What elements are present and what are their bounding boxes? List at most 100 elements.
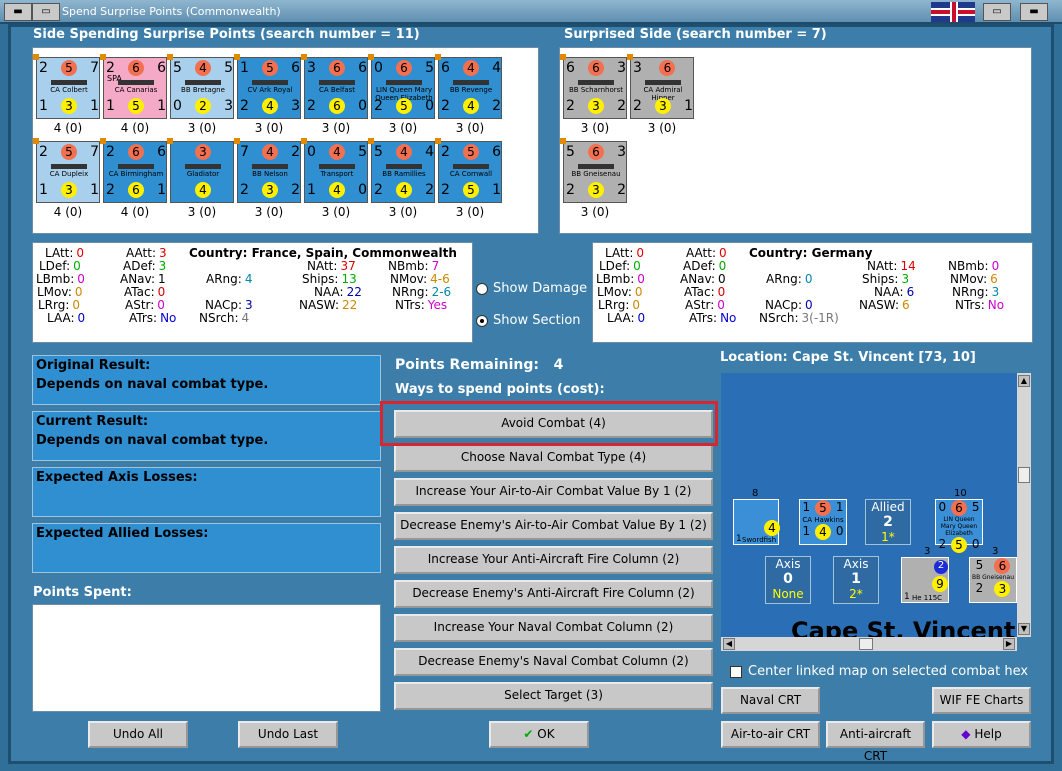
ship-name: BB Scharnhorst xyxy=(568,86,624,94)
ship-name: CA Canarias xyxy=(114,86,158,94)
map-name: Cape St. Vincent xyxy=(791,617,1016,637)
he115-counter[interactable]: 3 2 9 1 He 115C xyxy=(901,546,949,603)
action-button[interactable]: Choose Naval Combat Type (4) xyxy=(394,444,713,472)
hawkins-counter[interactable]: 151 CA Hawkins 140 xyxy=(799,499,847,545)
ship-name: BB Ramillies xyxy=(382,170,426,178)
left-ship-counter[interactable]: 644 BB Revenge 242 xyxy=(435,54,502,119)
help-book-icon: ◆ xyxy=(961,727,971,741)
right-ship-count: 3 (0) xyxy=(647,121,677,135)
left-ship-count: 4 (0) xyxy=(120,121,150,135)
left-ship-counter[interactable]: 256 CA Cornwall 251 xyxy=(435,138,502,203)
left-ship-counter[interactable]: 266 CA Birmingham 261 xyxy=(100,138,167,203)
ship-name: BB Bretagne xyxy=(181,86,225,94)
right-ship-counter[interactable]: 36 CA Admiral Hipper 231 xyxy=(627,54,694,119)
show-damage-radio[interactable] xyxy=(476,283,488,295)
ship-name: CV Ark Royal xyxy=(247,86,293,94)
action-button[interactable]: Increase Your Naval Combat Column (2) xyxy=(394,614,713,642)
left-ship-counter[interactable]: 3 Gladiator 4 xyxy=(167,138,234,203)
left-ship-counter[interactable]: 257 CA Dupleix 131 xyxy=(33,138,100,203)
close-button[interactable]: ▬ xyxy=(1020,3,1048,21)
right-ships-panel: 663 BB Scharnhorst 232 3 (0) 36 CA Admira… xyxy=(559,47,1032,234)
uk-flag-icon xyxy=(931,2,975,22)
points-remaining: Points Remaining: 4 xyxy=(395,357,564,373)
axis-hex-box-1: Axis 0 None xyxy=(765,556,811,604)
points-spent-list[interactable] xyxy=(32,604,381,712)
title-bar: ▬ ▭ Spend Surprise Points (Commonwealth)… xyxy=(0,0,1062,24)
ship-silhouette-icon xyxy=(453,164,489,169)
center-map-checkbox[interactable] xyxy=(730,666,742,678)
action-button[interactable]: Decrease Enemy's Air-to-Air Combat Value… xyxy=(394,512,713,540)
left-ship-counter[interactable]: 266 SPA CA Canarias 151 xyxy=(100,54,167,119)
queen-mary-counter[interactable]: 10 065 LIN Queen Mary Queen Elizabeth 25… xyxy=(935,488,983,553)
scroll-thumb-v[interactable] xyxy=(1018,467,1030,483)
left-ship-counter[interactable]: 045 Transport 140 xyxy=(301,138,368,203)
action-button[interactable]: Increase Your Anti-Aircraft Fire Column … xyxy=(394,546,713,574)
system-menu-button[interactable]: ▬ xyxy=(4,3,32,21)
map-vertical-scrollbar[interactable]: ▲ ▼ xyxy=(1017,373,1031,637)
ship-silhouette-icon xyxy=(51,164,87,169)
map-horizontal-scrollbar[interactable]: ◀ ▶ xyxy=(721,637,1017,651)
wif-charts-button[interactable]: WIF FE Charts xyxy=(932,687,1031,714)
show-section-label: Show Section xyxy=(493,313,581,328)
ship-name: Transport xyxy=(320,170,354,178)
left-ship-counter[interactable]: 156 CV Ark Royal 243 xyxy=(234,54,301,119)
scroll-thumb-h[interactable] xyxy=(859,638,873,650)
left-ship-counter[interactable]: 742 BB Nelson 232 xyxy=(234,138,301,203)
help-button[interactable]: ◆ Help xyxy=(932,721,1031,748)
minimize-button[interactable]: ▭ xyxy=(32,3,60,21)
ship-silhouette-icon xyxy=(386,164,422,169)
left-ship-count: 3 (0) xyxy=(321,121,351,135)
ship-name: CA Belfast xyxy=(318,86,356,94)
left-ship-count: 3 (0) xyxy=(455,205,485,219)
ship-silhouette-icon xyxy=(319,80,355,85)
ship-name: CA Birmingham xyxy=(108,170,164,178)
left-ship-count: 3 (0) xyxy=(187,121,217,135)
ship-name: BB Nelson xyxy=(252,170,288,178)
left-ship-counter[interactable]: 545 BB Bretagne 023 xyxy=(167,54,234,119)
window-title: Spend Surprise Points (Commonwealth) xyxy=(62,5,281,18)
action-button[interactable]: Decrease Enemy's Anti-Aircraft Fire Colu… xyxy=(394,580,713,608)
left-ship-counter[interactable]: 544 BB Ramillies 242 xyxy=(368,138,435,203)
ship-silhouette-icon xyxy=(118,164,154,169)
gneisenau-counter[interactable]: 3 56 BB Gneisenau 23 xyxy=(969,546,1017,603)
ship-name: CA Cornwall xyxy=(449,170,493,178)
left-ship-counter[interactable]: 257 CA Colbert 131 xyxy=(33,54,100,119)
left-ship-counter[interactable]: 366 CA Belfast 260 xyxy=(301,54,368,119)
ship-silhouette-icon xyxy=(51,80,87,85)
location-label: Location: Cape St. Vincent [73, 10] xyxy=(720,350,976,365)
naval-crt-button[interactable]: Naval CRT xyxy=(721,687,820,714)
ship-silhouette-icon xyxy=(118,80,154,85)
original-result-label: Original Result: xyxy=(36,358,151,373)
restore-button[interactable]: ▭ xyxy=(983,3,1011,21)
left-ships-panel: 257 CA Colbert 131 4 (0) 266 SPA CA Canar… xyxy=(32,47,539,234)
show-section-radio[interactable] xyxy=(476,315,488,327)
undo-all-button[interactable]: Undo All xyxy=(88,721,188,748)
undo-last-button[interactable]: Undo Last xyxy=(238,721,338,748)
action-button[interactable]: Select Target (3) xyxy=(394,682,713,710)
scroll-right-icon[interactable]: ▶ xyxy=(1003,638,1015,650)
axis-losses-box: Expected Axis Losses: xyxy=(32,467,381,517)
left-ship-count: 3 (0) xyxy=(388,205,418,219)
left-ship-count: 4 (0) xyxy=(53,121,83,135)
right-side-header: Surprised Side (search number = 7) xyxy=(564,27,827,42)
show-damage-label: Show Damage xyxy=(493,281,588,296)
ship-name: BB Gneisenau xyxy=(571,170,621,178)
swordfish-counter[interactable]: 8 1 Swordfish 4 xyxy=(733,488,780,545)
air-crt-button[interactable]: Air-to-air CRT xyxy=(721,721,820,748)
ship-name: Gladiator xyxy=(186,170,220,178)
action-button[interactable]: Decrease Enemy's Naval Combat Column (2) xyxy=(394,648,713,676)
scroll-left-icon[interactable]: ◀ xyxy=(723,638,735,650)
scroll-up-icon[interactable]: ▲ xyxy=(1018,375,1030,387)
ship-silhouette-icon xyxy=(578,164,614,169)
allied-hex-box: Allied 2 1* xyxy=(865,499,911,545)
scroll-down-icon[interactable]: ▼ xyxy=(1018,623,1030,635)
right-ship-counter[interactable]: 663 BB Scharnhorst 232 xyxy=(560,54,627,119)
left-ship-count: 4 (0) xyxy=(53,205,83,219)
ok-button[interactable]: ✔ OK xyxy=(489,721,589,748)
original-result-value: Depends on naval combat type. xyxy=(36,377,269,392)
action-button[interactable]: Increase Your Air-to-Air Combat Value By… xyxy=(394,478,713,506)
aa-crt-button[interactable]: Anti-aircraft CRT xyxy=(826,721,925,763)
left-ship-counter[interactable]: 065 LIN Queen Mary Queen Elizabeth 250 xyxy=(368,54,435,119)
map-view[interactable]: 8 1 Swordfish 4 151 CA Hawkins 140 Allie… xyxy=(721,373,1017,637)
right-ship-counter[interactable]: 563 BB Gneisenau 232 xyxy=(560,138,627,203)
